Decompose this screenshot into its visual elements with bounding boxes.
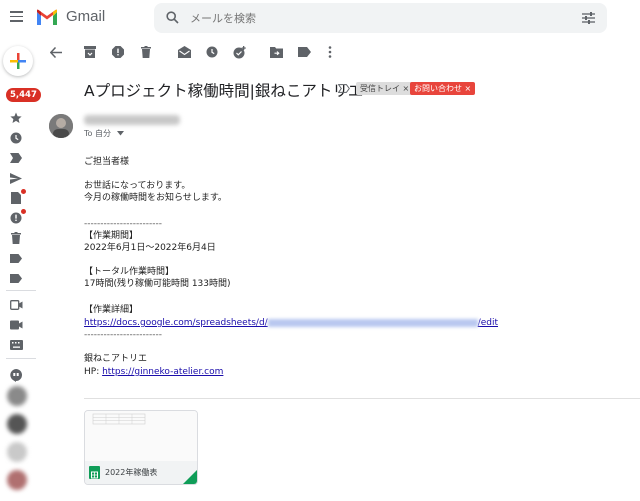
sent-icon[interactable] [9, 171, 23, 185]
total-value: 17時間(残り稼働可能時間 133時間) [84, 279, 231, 289]
message-subject: Aプロジェクト稼働時間|銀ねこアトリエ [84, 82, 364, 100]
back-arrow-icon[interactable] [48, 44, 64, 60]
label-inquiry[interactable]: お問い合わせ × [410, 82, 476, 95]
link-blurred-id [267, 318, 478, 327]
homepage-link[interactable]: https://ginneko-atelier.com [102, 367, 223, 377]
search-icon[interactable] [166, 11, 179, 24]
archive-icon[interactable] [82, 44, 98, 60]
sender-email-blurred [84, 115, 180, 125]
main-menu-icon[interactable] [10, 11, 23, 22]
inbox-unread-badge[interactable]: 5,447 [6, 88, 41, 102]
delete-icon[interactable] [138, 44, 154, 60]
period-value: 2022年6月1日〜2022年6月4日 [84, 243, 216, 253]
attachments-divider [84, 398, 640, 399]
sheets-icon [89, 466, 100, 479]
spreadsheet-link[interactable]: https://docs.google.com/spreadsheets/d//… [84, 317, 498, 329]
top-bar: Gmail [0, 0, 640, 36]
importance-marker-icon[interactable] [338, 84, 350, 93]
sheets-corner-icon [183, 470, 197, 484]
signature-name: 銀ねこアトリエ [84, 354, 148, 364]
attachment-name: 2022年稼働表 [105, 468, 158, 477]
move-to-icon[interactable] [268, 44, 284, 60]
mark-unread-icon[interactable] [176, 44, 192, 60]
body-intro: お世話になっております。 [84, 181, 191, 191]
plus-icon [10, 53, 26, 69]
attachment-thumbnail [85, 411, 197, 461]
body-greeting: ご担当者様 [84, 157, 130, 167]
remove-label-icon[interactable]: × [465, 84, 472, 93]
contact-avatar[interactable] [7, 442, 27, 462]
snooze-icon[interactable] [204, 44, 220, 60]
report-spam-icon[interactable] [110, 44, 126, 60]
remove-label-icon[interactable]: × [403, 84, 410, 93]
total-heading: 【トータル作業時間】 [84, 267, 175, 277]
sidebar-divider [6, 290, 36, 291]
search-bar[interactable] [154, 3, 607, 33]
more-vert-icon[interactable] [322, 44, 338, 60]
app-name: Gmail [66, 8, 106, 25]
label-inbox[interactable]: 受信トレイ × [356, 82, 414, 95]
important-icon[interactable] [9, 151, 23, 165]
add-task-icon[interactable] [231, 44, 247, 60]
keyboard-icon[interactable] [9, 338, 23, 352]
spam-icon[interactable] [9, 209, 26, 225]
join-meeting-icon[interactable] [9, 318, 23, 332]
label-as-icon[interactable] [296, 44, 312, 60]
detail-heading: 【作業詳細】 [84, 305, 139, 315]
attachment-footer: 2022年稼働表 [85, 461, 197, 484]
gmail-logo-icon[interactable] [36, 9, 58, 26]
sidebar-divider [6, 358, 36, 359]
body-divider: ------------------------ [84, 330, 162, 340]
starred-icon[interactable] [9, 111, 23, 125]
drafts-icon[interactable] [9, 189, 26, 205]
chevron-down-icon[interactable] [116, 131, 124, 136]
label-icon[interactable] [9, 271, 23, 285]
contact-avatar[interactable] [7, 414, 27, 434]
spam-notification-dot [21, 209, 26, 214]
drafts-notification-dot [21, 189, 26, 194]
signature-hp: HP: https://ginneko-atelier.com [84, 367, 224, 377]
search-options-icon[interactable] [582, 12, 595, 24]
recipient-line[interactable]: To 自分 [84, 128, 124, 139]
sender-avatar[interactable] [49, 114, 73, 138]
new-meeting-icon[interactable] [9, 298, 23, 312]
snoozed-icon[interactable] [9, 131, 23, 145]
body-divider: ------------------------ [84, 219, 162, 229]
hangouts-icon[interactable] [9, 368, 23, 382]
contact-avatar[interactable] [7, 470, 27, 490]
contact-avatar[interactable] [7, 386, 27, 406]
label-icon[interactable] [9, 251, 23, 265]
attachment-card[interactable]: 2022年稼働表 [84, 410, 198, 485]
compose-button[interactable] [3, 46, 33, 76]
body-intro: 今月の稼働時間をお知らせします。 [84, 193, 227, 203]
period-heading: 【作業期間】 [84, 231, 139, 241]
search-input[interactable] [190, 10, 550, 26]
trash-icon[interactable] [9, 231, 23, 245]
